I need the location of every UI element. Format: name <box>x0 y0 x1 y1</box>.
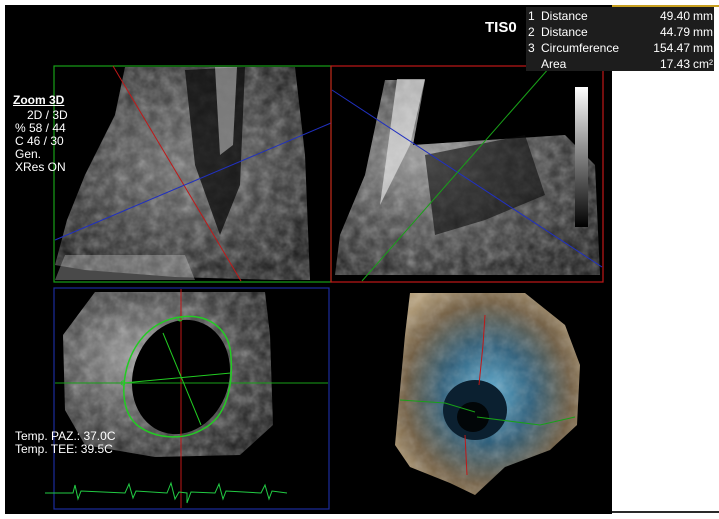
measurement-value: 17.43 <box>659 57 690 71</box>
view-3d-render <box>395 293 580 495</box>
measurement-unit: mm <box>693 25 713 39</box>
view-bottom-left <box>45 287 330 510</box>
view-top-right <box>330 65 604 283</box>
measurement-value: 44.79 <box>659 25 690 39</box>
probe-label: TIS0 <box>485 19 517 36</box>
measurement-unit: mm <box>693 41 713 55</box>
measurement-index: 1 <box>528 9 535 23</box>
measurement-name: Area <box>541 57 567 71</box>
mode-label: Zoom 3D <box>13 93 65 107</box>
measurement-row[interactable]: Area 17.43 cm² <box>526 56 714 72</box>
measurement-panel: 1 Distance 49.40 mm 2 Distance 44.79 mm … <box>526 7 714 71</box>
measurement-unit: cm² <box>693 57 713 71</box>
measurement-name: Distance <box>541 25 588 39</box>
measurement-index: 2 <box>528 25 535 39</box>
ultrasound-display: Zoom 3D 2D / 3D % 58 / 44 C 46 / 30 Gen.… <box>5 5 612 514</box>
ecg-trace <box>45 481 288 504</box>
view-top-left <box>53 65 332 283</box>
measurement-name: Circumference <box>541 41 620 55</box>
measurement-index: 3 <box>528 41 535 55</box>
measurement-value: 154.47 <box>653 41 690 55</box>
measurement-name: Distance <box>541 9 588 23</box>
temp-tee: Temp. TEE: 39.5C <box>15 442 113 456</box>
measurement-row[interactable]: 2 Distance 44.79 mm <box>526 24 714 40</box>
measurement-unit: mm <box>693 9 713 23</box>
footer-divider <box>612 511 719 513</box>
measurement-row[interactable]: 1 Distance 49.40 mm <box>526 8 714 24</box>
grayscale-bar <box>575 87 588 227</box>
measurement-row[interactable]: 3 Circumference 154.47 mm <box>526 40 714 56</box>
info-line-xres: XRes ON <box>15 160 66 174</box>
measurement-value: 49.40 <box>659 9 690 23</box>
